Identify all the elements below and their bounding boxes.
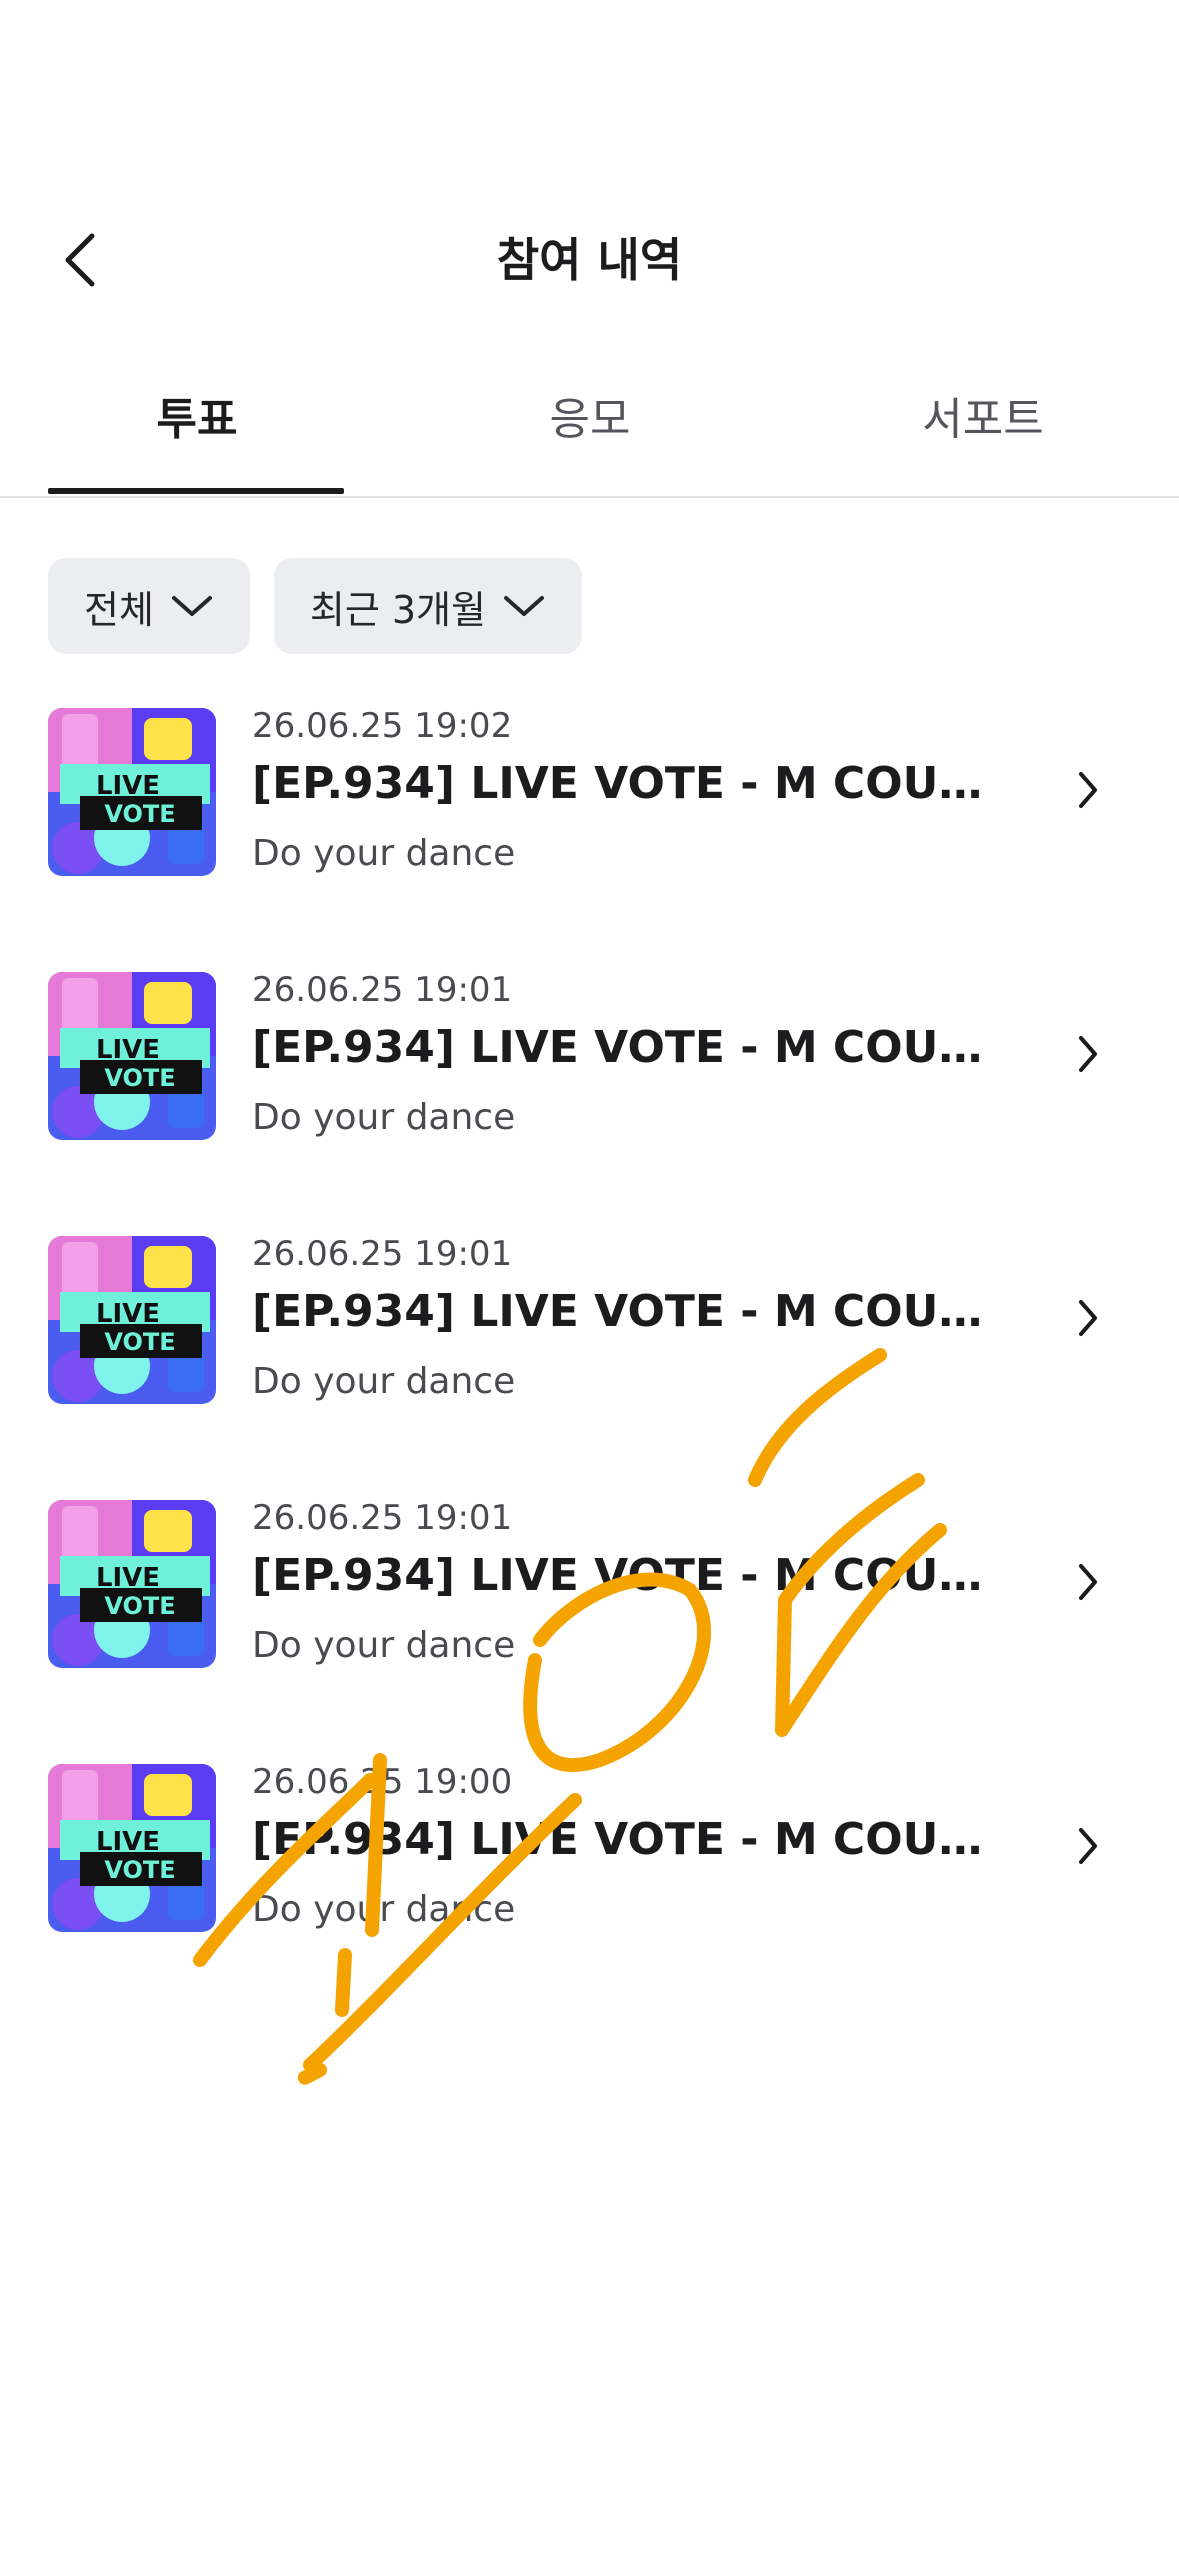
thumbnail-vote-text: VOTE	[104, 800, 175, 828]
thumbnail-live-text: LIVE	[96, 1827, 160, 1857]
chevron-right-icon	[1066, 1560, 1110, 1604]
page-title: 참여 내역	[496, 233, 683, 287]
item-subtitle: Do your dance	[252, 1625, 516, 1666]
filter-period-dropdown[interactable]: 최근 3개월	[273, 558, 583, 654]
item-date: 26.06.25 19:01	[252, 1498, 513, 1538]
list-item[interactable]: LIVE VOTE 26.06.25 19:01 [EP.934] LIVE V…	[0, 970, 1179, 1140]
tab-bar: 투표 응모 서포트	[0, 362, 1179, 498]
header: 참여 내역	[0, 200, 1179, 320]
event-thumbnail: LIVE VOTE	[48, 1500, 216, 1668]
item-title: [EP.934] LIVE VOTE - M COUNTDOWN	[252, 758, 1012, 809]
item-date: 26.06.25 19:01	[252, 1234, 513, 1274]
tab-vote[interactable]: 투표	[0, 362, 394, 496]
list-item[interactable]: LIVE VOTE 26.06.25 19:00 [EP.934] LIVE V…	[0, 1762, 1179, 1932]
thumbnail-live-text: LIVE	[96, 1563, 160, 1593]
filter-period-label: 최근 3개월	[309, 587, 487, 632]
item-title: [EP.934] LIVE VOTE - M COUNTDOWN	[252, 1022, 1012, 1073]
event-thumbnail: LIVE VOTE	[48, 708, 216, 876]
list-item[interactable]: LIVE VOTE 26.06.25 19:01 [EP.934] LIVE V…	[0, 1498, 1179, 1668]
item-subtitle: Do your dance	[252, 1889, 516, 1930]
tab-apply[interactable]: 응모	[393, 362, 787, 496]
item-date: 26.06.25 19:01	[252, 970, 513, 1010]
event-thumbnail: LIVE VOTE	[48, 972, 216, 1140]
list-item[interactable]: LIVE VOTE 26.06.25 19:02 [EP.934] LIVE V…	[0, 706, 1179, 876]
item-title: [EP.934] LIVE VOTE - M COUNTDOWN	[252, 1286, 1012, 1337]
back-button[interactable]	[40, 220, 120, 300]
item-title: [EP.934] LIVE VOTE - M COUNTDOWN	[252, 1814, 1012, 1865]
item-title: [EP.934] LIVE VOTE - M COUNTDOWN	[252, 1550, 1012, 1601]
chevron-right-icon	[1066, 1296, 1110, 1340]
chevron-down-icon	[171, 596, 212, 616]
item-date: 26.06.25 19:00	[252, 1762, 513, 1802]
thumbnail-vote-text: VOTE	[104, 1064, 175, 1092]
event-thumbnail: LIVE VOTE	[48, 1236, 216, 1404]
thumbnail-vote-text: VOTE	[104, 1592, 175, 1620]
filter-bar: 전체 최근 3개월	[48, 558, 583, 654]
tab-active-indicator	[48, 488, 344, 494]
chevron-right-icon	[1066, 1032, 1110, 1076]
chevron-down-icon	[504, 596, 545, 616]
chevron-right-icon	[1066, 768, 1110, 812]
filter-category-label: 전체	[84, 587, 154, 632]
item-subtitle: Do your dance	[252, 1097, 516, 1138]
filter-category-dropdown[interactable]: 전체	[48, 558, 250, 654]
thumbnail-vote-text: VOTE	[104, 1328, 175, 1356]
tab-support[interactable]: 서포트	[786, 362, 1179, 496]
thumbnail-vote-text: VOTE	[104, 1856, 175, 1884]
thumbnail-live-text: LIVE	[96, 771, 160, 801]
chevron-left-icon	[65, 233, 95, 287]
thumbnail-live-text: LIVE	[96, 1299, 160, 1329]
item-date: 26.06.25 19:02	[252, 706, 513, 746]
item-subtitle: Do your dance	[252, 833, 516, 874]
list-item[interactable]: LIVE VOTE 26.06.25 19:01 [EP.934] LIVE V…	[0, 1234, 1179, 1404]
event-thumbnail: LIVE VOTE	[48, 1764, 216, 1932]
thumbnail-live-text: LIVE	[96, 1035, 160, 1065]
item-subtitle: Do your dance	[252, 1361, 516, 1402]
chevron-right-icon	[1066, 1824, 1110, 1868]
